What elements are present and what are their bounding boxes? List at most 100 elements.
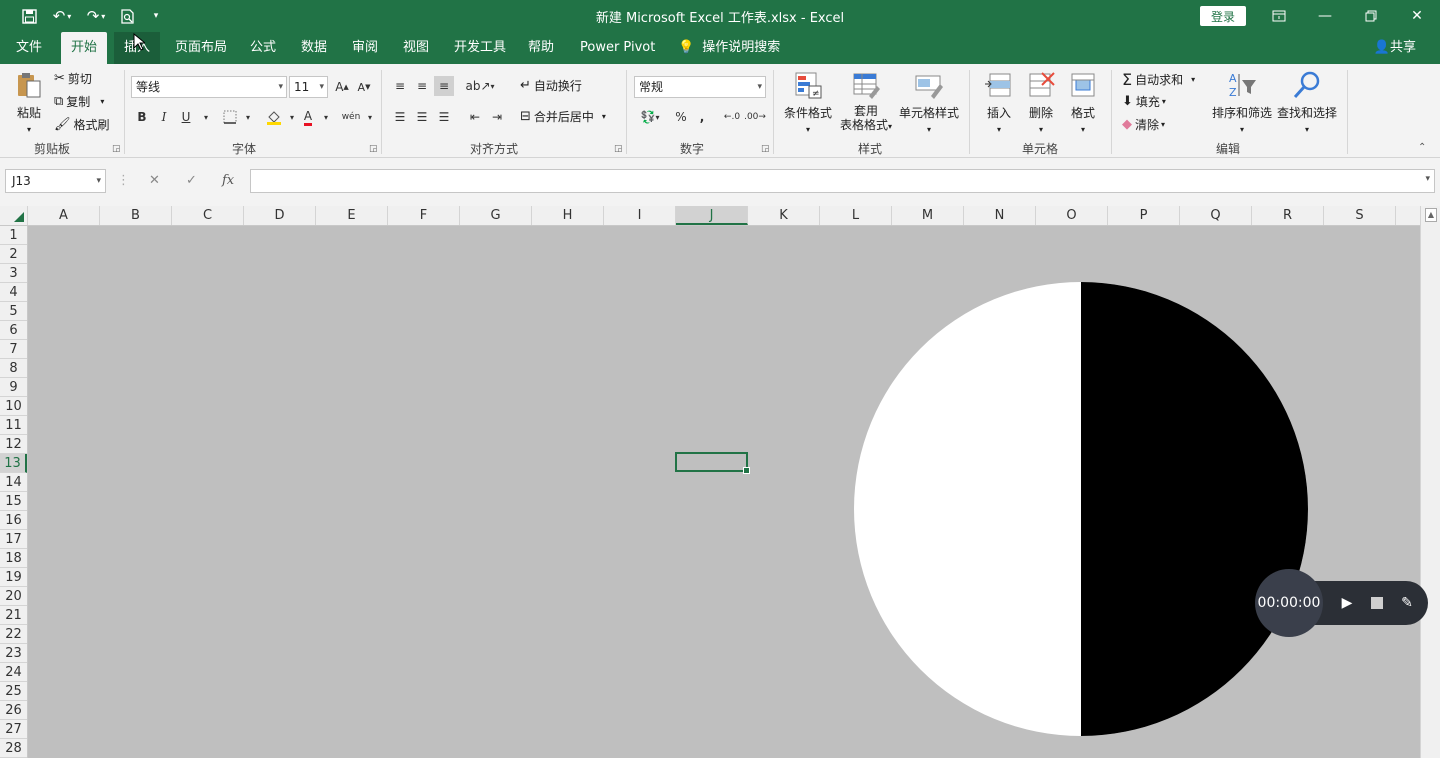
underline-dropdown-icon[interactable]: ▾	[196, 107, 216, 127]
clipboard-launcher-icon[interactable]: ◲	[112, 144, 121, 154]
row-header-16[interactable]: 16	[0, 511, 27, 530]
column-header-o[interactable]: O	[1036, 206, 1108, 225]
tab-power-pivot[interactable]: Power Pivot	[570, 32, 665, 64]
worksheet-grid[interactable]	[28, 226, 1420, 758]
formula-input[interactable]: ▾	[250, 169, 1435, 193]
alignment-launcher-icon[interactable]: ◲	[614, 144, 623, 154]
yin-yang-half-circle-shape[interactable]	[854, 282, 1308, 736]
number-format-combo[interactable]: 常规 ▾	[634, 76, 766, 98]
row-header-3[interactable]: 3	[0, 264, 27, 283]
tab-page-layout[interactable]: 页面布局	[165, 32, 237, 64]
row-header-18[interactable]: 18	[0, 549, 27, 568]
tab-developer[interactable]: 开发工具	[444, 32, 516, 64]
column-header-e[interactable]: E	[316, 206, 388, 225]
decrease-indent-icon[interactable]: ⇤	[465, 107, 485, 127]
redo-icon[interactable]: ↷ ▾	[82, 6, 110, 26]
clear-button[interactable]: ◆ 清除 ▾	[1122, 116, 1165, 133]
bold-button[interactable]: B	[132, 107, 152, 127]
column-header-m[interactable]: M	[892, 206, 964, 225]
column-header-r[interactable]: R	[1252, 206, 1324, 225]
decrease-decimal-icon[interactable]: .00→	[744, 107, 766, 127]
column-header-i[interactable]: I	[604, 206, 676, 225]
save-icon[interactable]	[18, 6, 40, 26]
phonetic-guide-icon[interactable]: wén	[340, 107, 362, 127]
row-header-11[interactable]: 11	[0, 416, 27, 435]
italic-button[interactable]: I	[154, 107, 174, 127]
increase-decimal-icon[interactable]: ←.0	[722, 107, 742, 127]
column-header-l[interactable]: L	[820, 206, 892, 225]
row-header-9[interactable]: 9	[0, 378, 27, 397]
close-icon[interactable]: ✕	[1402, 4, 1432, 28]
row-header-24[interactable]: 24	[0, 663, 27, 682]
increase-indent-icon[interactable]: ⇥	[487, 107, 507, 127]
row-header-19[interactable]: 19	[0, 568, 27, 587]
share-button[interactable]: 👤共享	[1374, 32, 1416, 64]
conditional-formatting-button[interactable]: ≠ 条件格式 ▾	[781, 70, 835, 135]
pen-icon[interactable]: ✎	[1398, 594, 1416, 612]
insert-cells-button[interactable]: 插入 ▾	[982, 70, 1016, 135]
column-header-j[interactable]: J	[676, 206, 748, 225]
restore-icon[interactable]	[1356, 4, 1386, 28]
row-header-13[interactable]: 13	[0, 454, 27, 473]
column-header-f[interactable]: F	[388, 206, 460, 225]
row-header-27[interactable]: 27	[0, 720, 27, 739]
wrap-text-button[interactable]: ↵ 自动换行	[520, 77, 582, 94]
align-top-icon[interactable]: ≡	[390, 76, 410, 96]
column-header-a[interactable]: A	[28, 206, 100, 225]
undo-icon[interactable]: ↶ ▾	[48, 6, 76, 26]
ribbon-display-icon[interactable]	[1264, 4, 1294, 28]
customize-qat-icon[interactable]: ▾	[148, 6, 164, 26]
row-header-5[interactable]: 5	[0, 302, 27, 321]
underline-button[interactable]: U	[176, 107, 196, 127]
grow-font-button[interactable]: A ▲	[332, 77, 352, 97]
row-header-4[interactable]: 4	[0, 283, 27, 302]
format-as-table-button[interactable]: 套用 表格格式▾	[836, 70, 896, 134]
row-header-2[interactable]: 2	[0, 245, 27, 264]
stop-icon[interactable]	[1368, 594, 1386, 612]
comma-style-button[interactable]: ,	[692, 107, 712, 127]
paste-button[interactable]: 粘贴 ▾	[12, 70, 46, 135]
tell-me-search[interactable]: 💡 操作说明搜索	[668, 32, 790, 64]
number-launcher-icon[interactable]: ◲	[761, 144, 770, 154]
column-header-p[interactable]: P	[1108, 206, 1180, 225]
format-cells-button[interactable]: 格式 ▾	[1066, 70, 1100, 135]
row-header-7[interactable]: 7	[0, 340, 27, 359]
column-header-b[interactable]: B	[100, 206, 172, 225]
column-header-c[interactable]: C	[172, 206, 244, 225]
row-header-14[interactable]: 14	[0, 473, 27, 492]
delete-cells-button[interactable]: 删除 ▾	[1024, 70, 1058, 135]
row-header-26[interactable]: 26	[0, 701, 27, 720]
row-header-10[interactable]: 10	[0, 397, 27, 416]
tab-help[interactable]: 帮助	[518, 32, 564, 64]
accounting-format-icon[interactable]: 💱 ▾	[636, 107, 664, 127]
row-header-22[interactable]: 22	[0, 625, 27, 644]
row-header-20[interactable]: 20	[0, 587, 27, 606]
row-header-28[interactable]: 28	[0, 739, 27, 758]
font-color-dropdown-icon[interactable]: ▾	[316, 107, 336, 127]
tab-view[interactable]: 视图	[393, 32, 439, 64]
name-box[interactable]: J13 ▾	[5, 169, 106, 193]
align-left-icon[interactable]: ☰	[390, 107, 410, 127]
row-header-25[interactable]: 25	[0, 682, 27, 701]
cell-styles-button[interactable]: 单元格样式 ▾	[897, 70, 961, 135]
row-header-8[interactable]: 8	[0, 359, 27, 378]
expand-formula-icon[interactable]: ▾	[1425, 174, 1430, 184]
borders-dropdown-icon[interactable]: ▾	[238, 107, 258, 127]
active-cell-j13[interactable]	[675, 452, 750, 474]
sort-filter-button[interactable]: AZ 排序和筛选 ▾	[1210, 70, 1274, 135]
cancel-entry-icon[interactable]: ✕	[149, 173, 160, 188]
tab-data[interactable]: 数据	[291, 32, 337, 64]
column-header-d[interactable]: D	[244, 206, 316, 225]
column-header-g[interactable]: G	[460, 206, 532, 225]
login-button[interactable]: 登录	[1200, 6, 1246, 26]
column-header-q[interactable]: Q	[1180, 206, 1252, 225]
tab-file[interactable]: 文件	[6, 32, 52, 64]
cut-button[interactable]: ✂ 剪切	[54, 70, 92, 87]
play-icon[interactable]: ▶	[1338, 594, 1356, 612]
row-header-21[interactable]: 21	[0, 606, 27, 625]
row-header-23[interactable]: 23	[0, 644, 27, 663]
format-painter-button[interactable]: 🖌 格式刷	[54, 116, 110, 133]
tab-formulas[interactable]: 公式	[240, 32, 286, 64]
fill-color-icon[interactable]	[264, 107, 284, 127]
align-middle-icon[interactable]: ≡	[412, 76, 432, 96]
